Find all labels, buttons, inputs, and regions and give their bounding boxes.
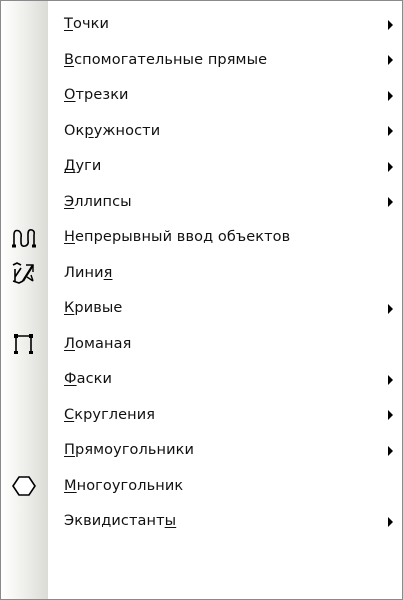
menu-item-equidistants[interactable]: Эквидистанты	[1, 504, 402, 540]
submenu-arrow-icon	[388, 126, 393, 137]
menu-item-rectangles[interactable]: Прямоугольники	[1, 433, 402, 469]
menu-item-polygon[interactable]: Многоугольник	[1, 469, 402, 505]
submenu-arrow-icon	[388, 303, 393, 314]
menu-item-label: Фаски	[64, 371, 113, 387]
submenu-arrow-icon	[388, 90, 393, 101]
submenu-arrow-icon	[388, 374, 393, 385]
menu-item-auxiliary-lines[interactable]: Вспомогательные прямые	[1, 43, 402, 79]
menu-item-label: Эквидистанты	[64, 513, 177, 529]
menu-item-points[interactable]: Точки	[1, 7, 402, 43]
submenu-arrow-icon	[388, 445, 393, 456]
menu-item-line[interactable]: Линия	[1, 256, 402, 292]
menu-item-label: Точки	[64, 16, 109, 32]
menu-item-circles[interactable]: Окружности	[1, 114, 402, 150]
continuous-input-icon	[11, 226, 37, 250]
menu-item-continuous-input[interactable]: Непрерывный ввод объектов	[1, 220, 402, 256]
menu-item-label: Окружности	[64, 122, 161, 139]
polyline-icon	[11, 332, 37, 356]
menu-item-label: Кривые	[64, 300, 123, 316]
menu-item-segments[interactable]: Отрезки	[1, 78, 402, 114]
menu-item-fillets[interactable]: Скругления	[1, 398, 402, 434]
menu-item-label: Прямоугольники	[64, 442, 195, 458]
menu-item-label: Дуги	[64, 158, 102, 174]
menu-item-label: Эллипсы	[64, 193, 132, 210]
line-icon	[11, 261, 37, 285]
menu-item-label: Ломаная	[64, 335, 132, 352]
menu-item-chamfers[interactable]: Фаски	[1, 362, 402, 398]
submenu-arrow-icon	[388, 55, 393, 66]
menu-item-ellipses[interactable]: Эллипсы	[1, 185, 402, 221]
menu-item-label: Непрерывный ввод объектов	[64, 229, 291, 245]
menu-item-curves[interactable]: Кривые	[1, 291, 402, 327]
submenu-arrow-icon	[388, 410, 393, 421]
menu-items: Точки Вспомогательные прямые Отрезки Окр…	[1, 7, 402, 540]
submenu-arrow-icon	[388, 161, 393, 172]
polygon-icon	[11, 474, 37, 498]
submenu-arrow-icon	[388, 197, 393, 208]
menu-item-label: Многоугольник	[64, 477, 184, 494]
menu-item-arcs[interactable]: Дуги	[1, 149, 402, 185]
context-menu: Точки Вспомогательные прямые Отрезки Окр…	[0, 0, 403, 600]
submenu-arrow-icon	[388, 516, 393, 527]
menu-item-label: Отрезки	[64, 87, 129, 103]
menu-item-label: Линия	[64, 264, 113, 281]
menu-item-label: Скругления	[64, 406, 156, 423]
menu-item-polyline[interactable]: Ломаная	[1, 327, 402, 363]
submenu-arrow-icon	[388, 19, 393, 30]
menu-item-label: Вспомогательные прямые	[64, 51, 268, 68]
